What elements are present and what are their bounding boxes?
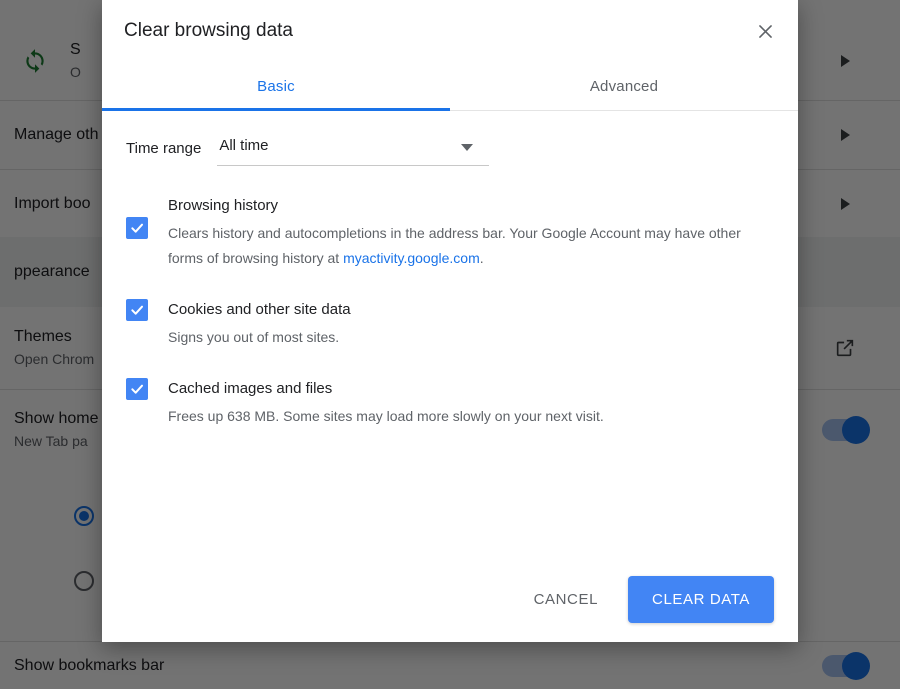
tab-advanced-label: Advanced <box>589 77 659 95</box>
option-cookies-and-site-data-text: Cookies and other site data Signs you ou… <box>168 299 774 350</box>
time-range-value: All time <box>219 137 269 154</box>
option-cookies-and-site-data: Cookies and other site data Signs you ou… <box>102 299 798 350</box>
tab-basic-label: Basic <box>257 77 295 95</box>
option-cookies-and-site-data-title: Cookies and other site data <box>168 301 351 318</box>
clear-data-button[interactable]: CLEAR DATA <box>628 575 774 623</box>
option-cached-images-and-files: Cached images and files Frees up 638 MB.… <box>102 378 798 429</box>
clear-options-list: Browsing history Clears history and auto… <box>102 195 798 457</box>
option-browsing-history-text: Browsing history Clears history and auto… <box>168 195 774 271</box>
close-icon[interactable] <box>746 12 784 50</box>
option-cookies-and-site-data-desc: Signs you out of most sites. <box>168 329 340 345</box>
chevron-down-icon <box>461 144 474 151</box>
option-cached-images-and-files-desc: Frees up 638 MB. Some sites may load mor… <box>168 408 604 424</box>
option-cached-images-and-files-text: Cached images and files Frees up 638 MB.… <box>168 378 774 429</box>
clear-browsing-data-dialog: Clear browsing data Basic Advanced Time … <box>102 0 798 642</box>
dialog-header: Clear browsing data <box>102 0 798 62</box>
dialog-body: Time range All time Browsing history Cle… <box>102 111 798 556</box>
checkbox-cached-images-and-files[interactable] <box>126 378 148 400</box>
dialog-tabs: Basic Advanced <box>102 62 798 111</box>
option-browsing-history-desc: Clears history and autocompletions in th… <box>168 221 768 271</box>
dialog-footer: CANCEL CLEAR DATA <box>102 556 798 642</box>
tab-basic[interactable]: Basic <box>102 62 450 110</box>
time-range-label: Time range <box>126 140 202 157</box>
option-browsing-history-title: Browsing history <box>168 197 279 214</box>
time-range-row: Time range All time <box>126 135 490 166</box>
option-browsing-history-desc-after: . <box>479 250 484 266</box>
cancel-button[interactable]: CANCEL <box>518 580 614 619</box>
option-browsing-history: Browsing history Clears history and auto… <box>102 195 798 271</box>
option-cached-images-and-files-title: Cached images and files <box>168 380 333 397</box>
checkbox-browsing-history[interactable] <box>126 217 148 239</box>
myactivity-link[interactable]: myactivity.google.com <box>343 250 480 266</box>
checkbox-cookies-and-site-data[interactable] <box>126 299 148 321</box>
dialog-title: Clear browsing data <box>124 20 293 41</box>
tab-advanced[interactable]: Advanced <box>450 62 798 110</box>
time-range-select[interactable]: All time <box>217 135 490 166</box>
